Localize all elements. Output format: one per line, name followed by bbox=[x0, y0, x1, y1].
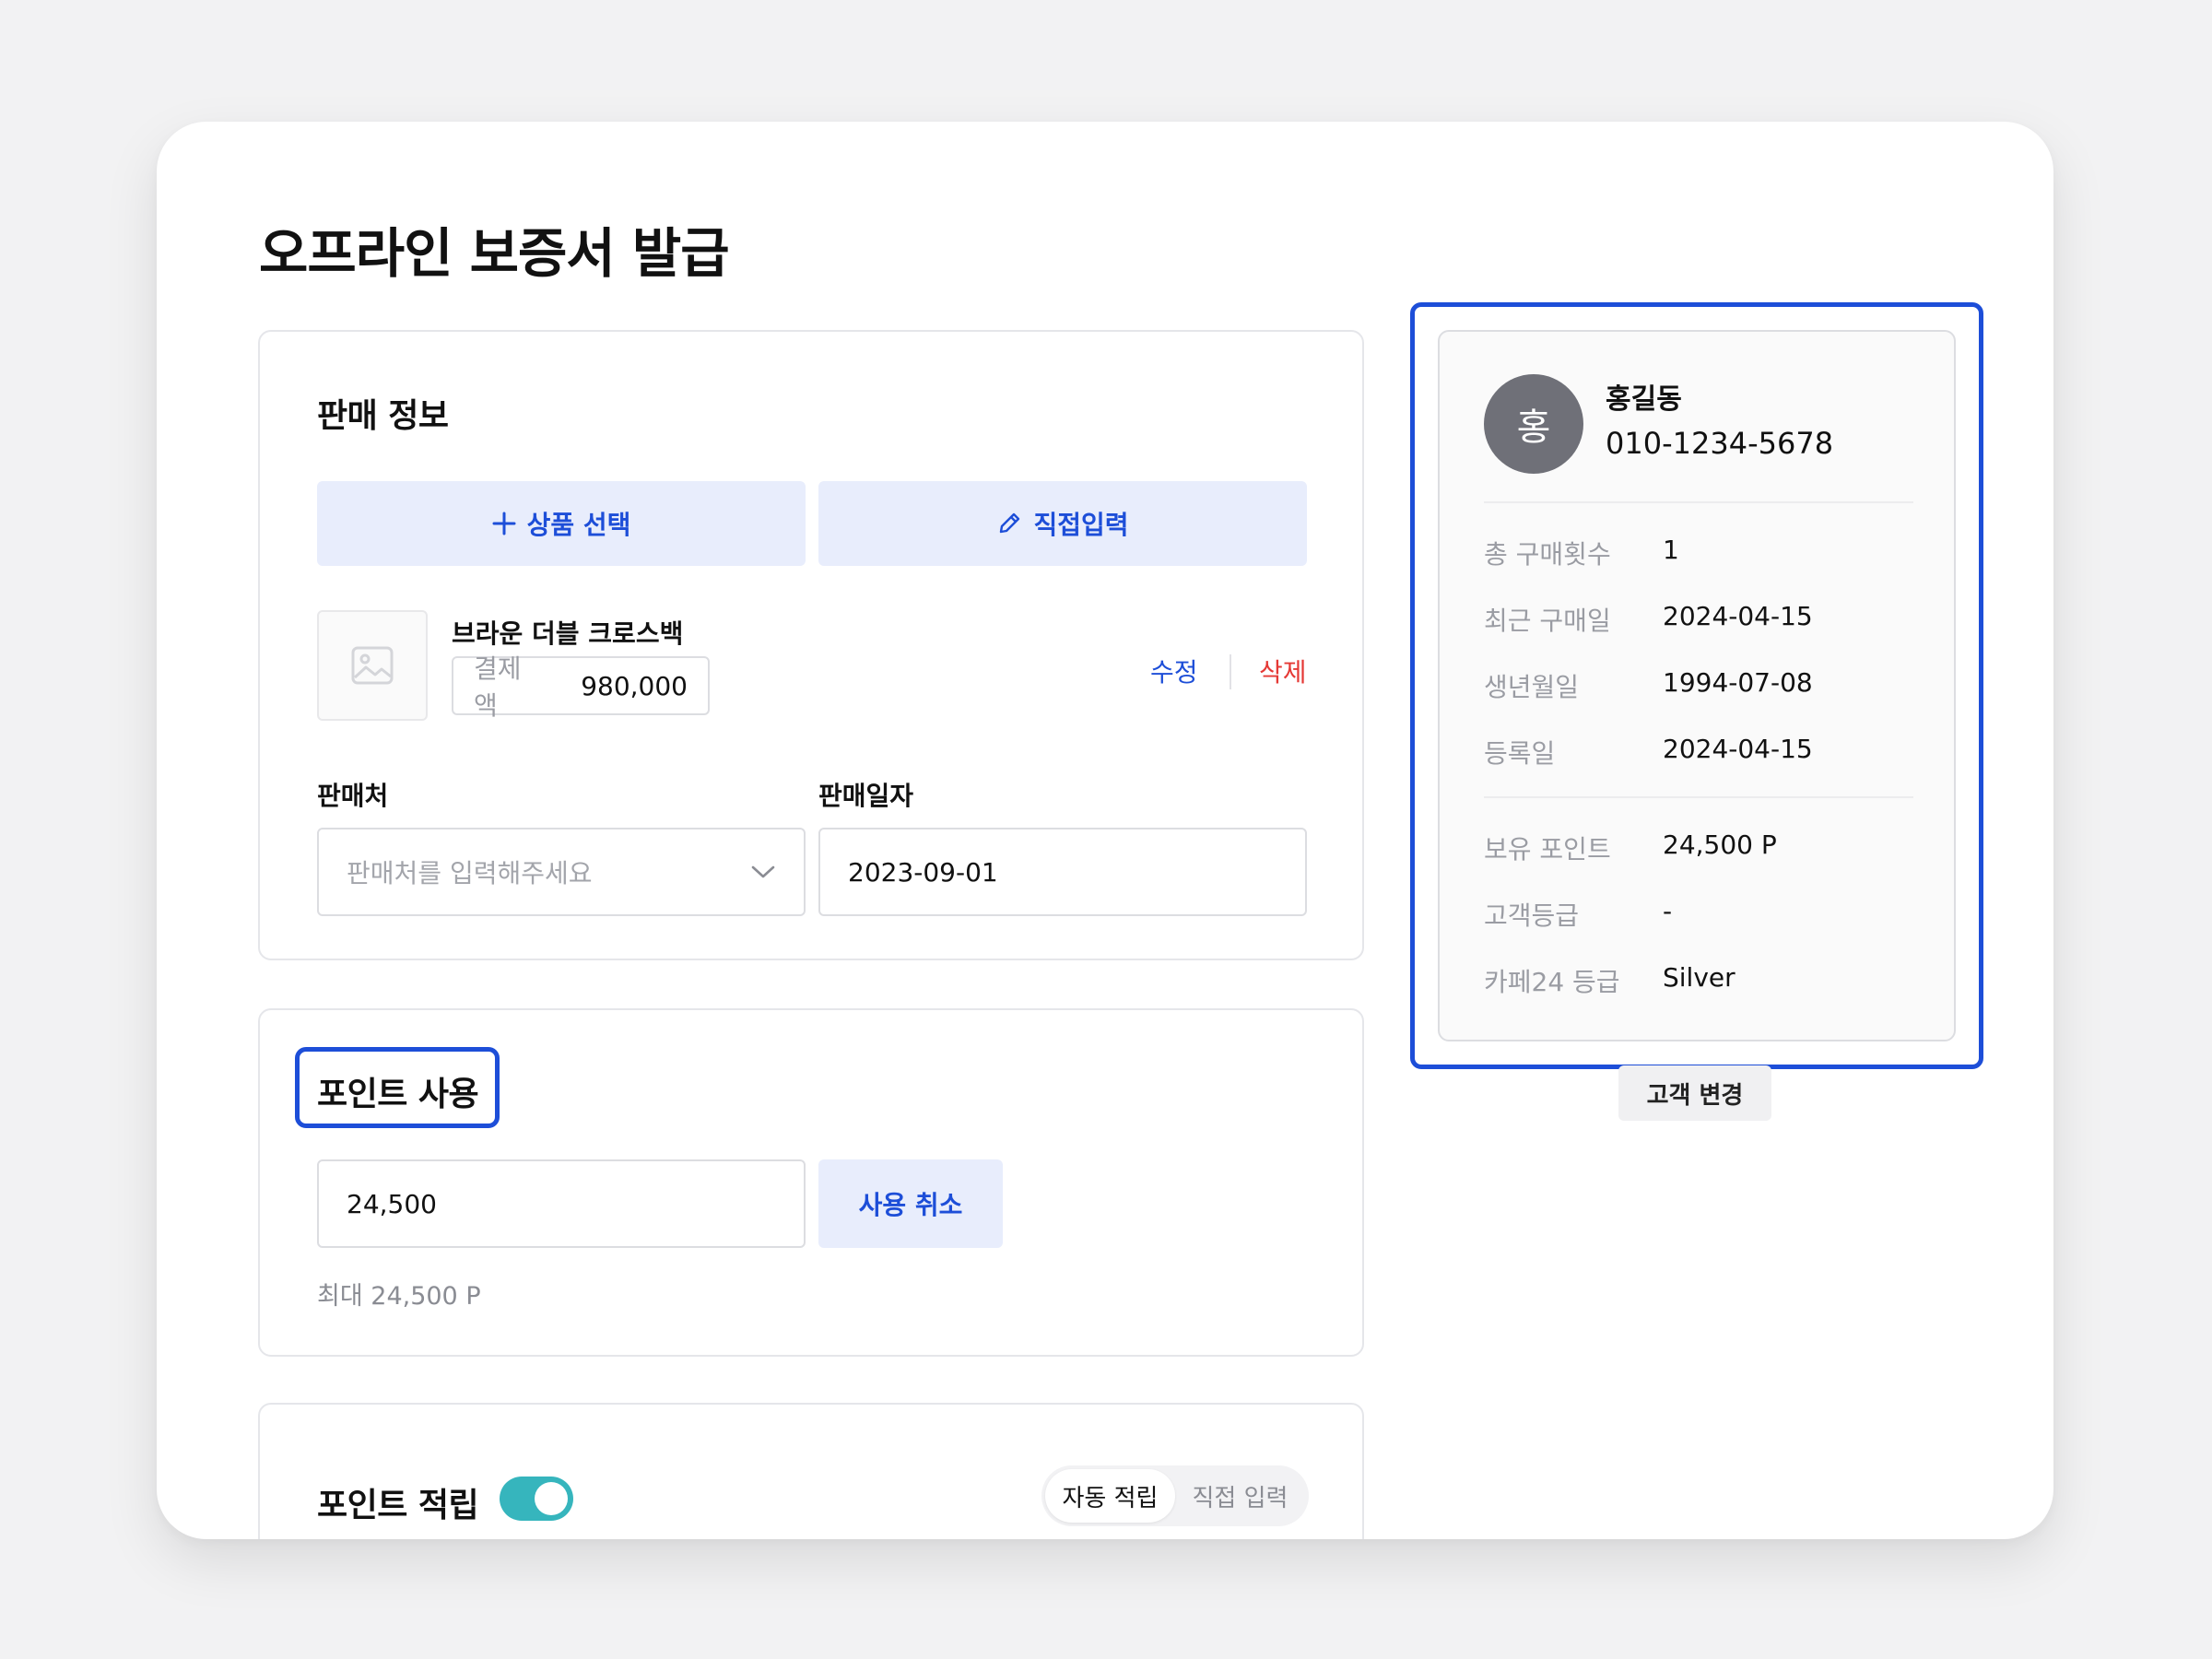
info-label: 생년월일 bbox=[1484, 672, 1580, 702]
points-use-title: 포인트 사용 bbox=[317, 1076, 479, 1113]
points-use-input[interactable]: 24,500 bbox=[317, 1159, 806, 1248]
delete-product-link[interactable]: 삭제 bbox=[1259, 653, 1307, 689]
seg-auto-earn[interactable]: 자동 적립 bbox=[1045, 1469, 1175, 1523]
cancel-points-label: 사용 취소 bbox=[858, 1190, 963, 1220]
store-placeholder: 판매처를 입력해주세요 bbox=[347, 858, 593, 888]
toggle-knob bbox=[535, 1482, 568, 1515]
info-row-registered: 등록일 2024-04-15 bbox=[1484, 734, 1913, 771]
info-value: 1 bbox=[1663, 535, 1679, 565]
info-row-total-purchases: 총 구매횟수 1 bbox=[1484, 535, 1913, 571]
pencil-icon bbox=[1000, 512, 1020, 534]
image-placeholder-icon bbox=[351, 646, 394, 685]
link-divider bbox=[1230, 654, 1231, 689]
payment-value: 980,000 bbox=[581, 670, 688, 701]
select-product-label: 상품 선택 bbox=[526, 510, 631, 540]
info-value: 2024-04-15 bbox=[1663, 601, 1813, 631]
store-select[interactable]: 판매처를 입력해주세요 bbox=[317, 828, 806, 916]
info-row-customer-grade: 고객등급 - bbox=[1484, 896, 1913, 933]
customer-divider-2 bbox=[1484, 796, 1913, 798]
customer-divider-1 bbox=[1484, 501, 1913, 503]
payment-amount-field[interactable]: 결제액 980,000 bbox=[452, 653, 710, 721]
customer-phone: 010-1234-5678 bbox=[1606, 426, 1834, 461]
direct-input-button[interactable]: 직접입력 bbox=[818, 481, 1307, 566]
sale-date-value: 2023-09-01 bbox=[848, 856, 998, 888]
plus-icon bbox=[492, 512, 516, 535]
info-label: 등록일 bbox=[1484, 738, 1556, 769]
product-thumbnail bbox=[317, 610, 428, 721]
points-earn-title: 포인트 적립 bbox=[317, 1487, 479, 1524]
customer-card: 홍 홍길동 010-1234-5678 총 구매횟수 1 최근 구매일 2024… bbox=[1438, 330, 1956, 1041]
seg-manual-input[interactable]: 직접 입력 bbox=[1175, 1469, 1305, 1523]
store-label: 판매처 bbox=[317, 781, 389, 811]
points-earn-toggle[interactable] bbox=[500, 1477, 573, 1521]
chevron-down-icon bbox=[751, 865, 775, 878]
sales-info-title: 판매 정보 bbox=[317, 397, 449, 435]
change-customer-button[interactable]: 고객 변경 bbox=[1618, 1065, 1771, 1121]
info-row-last-purchase: 최근 구매일 2024-04-15 bbox=[1484, 601, 1913, 638]
earn-mode-segmented-control: 자동 적립 직접 입력 bbox=[1041, 1465, 1309, 1526]
info-value: 2024-04-15 bbox=[1663, 734, 1813, 764]
sales-info-card: 판매 정보 상품 선택 직접입력 브라운 더블 크로스백 결제액 980,000… bbox=[258, 330, 1364, 960]
points-earn-card: 포인트 적립 자동 적립 직접 입력 bbox=[258, 1403, 1364, 1539]
info-label: 보유 포인트 bbox=[1484, 834, 1611, 865]
info-value: - bbox=[1663, 896, 1673, 926]
info-label: 카페24 등급 bbox=[1484, 967, 1620, 997]
sale-date-input[interactable]: 2023-09-01 bbox=[818, 828, 1307, 916]
points-use-value: 24,500 bbox=[347, 1188, 437, 1219]
info-value: Silver bbox=[1663, 962, 1735, 993]
app-window: 오프라인 보증서 발급 판매 정보 상품 선택 직접입력 브라운 더블 크로스백… bbox=[157, 122, 2053, 1539]
customer-name: 홍길동 bbox=[1606, 383, 1682, 416]
edit-product-link[interactable]: 수정 bbox=[1150, 653, 1198, 689]
info-label: 최근 구매일 bbox=[1484, 606, 1611, 636]
info-row-points: 보유 포인트 24,500 P bbox=[1484, 830, 1913, 866]
info-value: 1994-07-08 bbox=[1663, 667, 1813, 698]
select-product-button[interactable]: 상품 선택 bbox=[317, 481, 806, 566]
info-row-birthdate: 생년월일 1994-07-08 bbox=[1484, 667, 1913, 704]
sale-date-label: 판매일자 bbox=[818, 781, 914, 811]
cancel-points-button[interactable]: 사용 취소 bbox=[818, 1159, 1003, 1248]
page-title: 오프라인 보증서 발급 bbox=[259, 222, 730, 285]
product-name: 브라운 더블 크로스백 bbox=[452, 618, 684, 649]
max-points-hint: 최대 24,500 P bbox=[317, 1282, 481, 1311]
info-value: 24,500 P bbox=[1663, 830, 1777, 860]
info-row-cafe24-grade: 카페24 등급 Silver bbox=[1484, 962, 1913, 999]
direct-input-label: 직접입력 bbox=[1033, 510, 1129, 540]
avatar: 홍 bbox=[1484, 374, 1583, 474]
payment-label: 결제액 bbox=[474, 653, 522, 721]
info-label: 고객등급 bbox=[1484, 900, 1580, 931]
points-use-card: 포인트 사용 24,500 사용 취소 최대 24,500 P bbox=[258, 1008, 1364, 1357]
info-label: 총 구매횟수 bbox=[1484, 539, 1611, 570]
